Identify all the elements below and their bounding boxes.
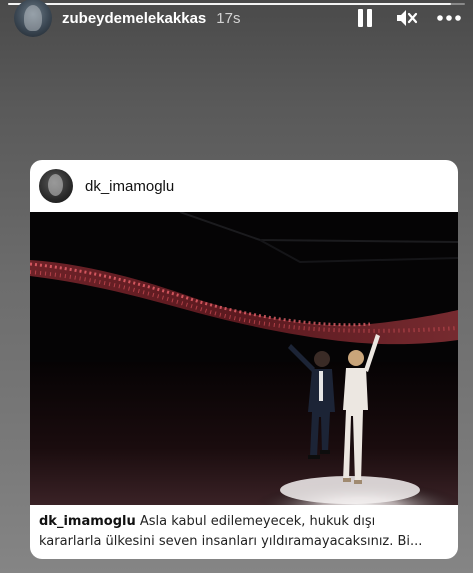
caption-line-2: kararlarla ülkesini seven insanları yıld… [39,534,423,549]
pause-button[interactable] [353,6,377,30]
story-timestamp: 17s [216,9,241,27]
story-author-avatar[interactable] [14,0,52,37]
more-options-button[interactable] [437,6,461,30]
post-author-avatar[interactable] [39,169,73,203]
post-header: dk_imamoglu [30,160,458,212]
pause-icon [358,9,372,27]
caption-username[interactable]: dk_imamoglu [39,514,136,529]
speaker-muted-icon [397,10,418,26]
more-horizontal-icon [437,15,461,21]
story-header: zubeydemelekakkas 17s [0,0,473,37]
post-image[interactable] [30,212,458,505]
mute-button[interactable] [395,6,419,30]
story-controls [353,6,461,30]
story-author-username[interactable]: zubeydemelekakkas [62,10,206,27]
shared-post-card[interactable]: dk_imamoglu dk_imamoglu Asla kabul edile… [30,160,458,559]
post-author-username[interactable]: dk_imamoglu [85,178,174,195]
caption-text-1: Asla kabul edilemeyecek, hukuk dışı [139,514,376,529]
caption-line-1: dk_imamoglu Asla kabul edilemeyecek, huk… [39,512,450,532]
post-caption: dk_imamoglu Asla kabul edilemeyecek, huk… [39,512,450,552]
